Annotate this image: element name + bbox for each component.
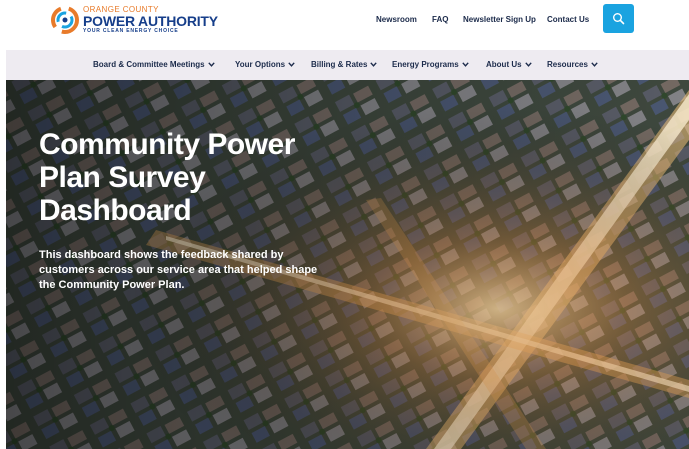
chevron-down-icon (461, 62, 469, 68)
hero-title: Community Power Plan Survey Dashboard (39, 128, 295, 227)
search-icon (613, 13, 625, 25)
nav-item-label: Board & Committee Meetings (93, 60, 205, 69)
hero-banner: Community Power Plan Survey Dashboard Th… (6, 80, 689, 449)
chevron-down-icon (370, 62, 378, 68)
brand-name: POWER AUTHORITY (83, 13, 218, 29)
nav-item-label: About Us (486, 60, 522, 69)
nav-item-billing-rates[interactable]: Billing & Rates (311, 59, 378, 71)
search-button[interactable] (603, 4, 634, 33)
nav-item-about-us[interactable]: About Us (486, 59, 532, 71)
nav-item-label: Resources (547, 60, 588, 69)
utility-link-faq[interactable]: FAQ (432, 13, 448, 27)
nav-item-your-options[interactable]: Your Options (235, 59, 295, 71)
utility-link-newsletter[interactable]: Newsletter Sign Up (463, 13, 536, 27)
nav-item-label: Billing & Rates (311, 60, 368, 69)
main-nav: Board & Committee Meetings Your Options … (6, 50, 689, 80)
chevron-down-icon (524, 62, 532, 68)
brand-logo[interactable]: ORANGE COUNTY POWER AUTHORITY YOUR CLEAN… (50, 5, 220, 35)
nav-item-label: Energy Programs (392, 60, 459, 69)
chevron-down-icon (207, 62, 215, 68)
nav-item-label: Your Options (235, 60, 286, 69)
chevron-down-icon (591, 62, 598, 68)
nav-item-board-meetings[interactable]: Board & Committee Meetings (93, 59, 215, 71)
utility-link-newsroom[interactable]: Newsroom (376, 13, 417, 27)
site-header: ORANGE COUNTY POWER AUTHORITY YOUR CLEAN… (0, 0, 689, 50)
chevron-down-icon (288, 62, 295, 68)
nav-item-energy-programs[interactable]: Energy Programs (392, 59, 469, 71)
hero-description: This dashboard shows the feedback shared… (39, 249, 318, 291)
utility-link-contact[interactable]: Contact Us (547, 13, 589, 27)
logo-swirl-icon (51, 6, 79, 34)
nav-item-resources[interactable]: Resources (547, 59, 598, 71)
